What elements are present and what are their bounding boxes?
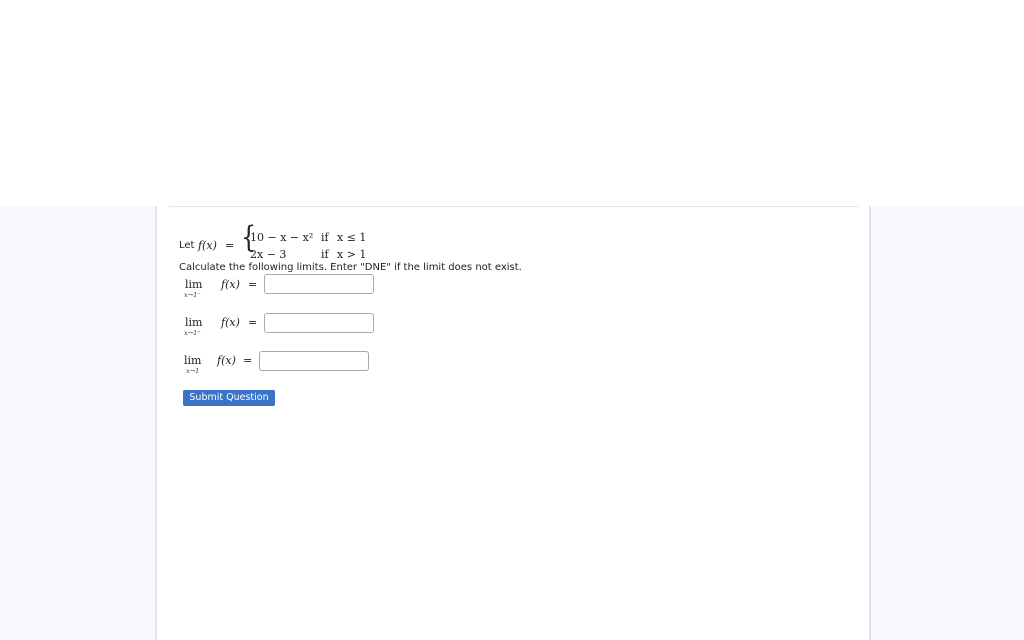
case-2-condition: x > 1 [337,248,367,261]
lim-equals-3: = [243,354,253,367]
case-1-expression: 10 − x − x² [250,231,314,244]
lim-function-1: f(x) [221,278,240,291]
left-limit-answer-input[interactable] [264,274,374,294]
lim-approach-3: x→1 [186,367,200,375]
two-sided-limit-answer-input[interactable] [259,351,369,371]
top-blank-area [0,0,1024,206]
let-label: Let [179,240,195,251]
right-limit-answer-input[interactable] [264,313,374,333]
lim-approach-2: x→1⁺ [184,329,201,337]
lim-label-1: lim [185,278,203,291]
equals-sign: = [225,239,235,252]
submit-question-button[interactable]: Submit Question [183,390,275,406]
problem-statement: Let f(x) = { 10 − x − x² if x ≤ 1 2x − 3… [157,206,869,640]
lim-equals-2: = [248,316,258,329]
lim-label-3: lim [184,354,202,367]
lim-label-2: lim [185,316,203,329]
case-2-if: if [321,248,329,261]
case-1-condition: x ≤ 1 [337,231,367,244]
case-2-expression: 2x − 3 [250,248,287,261]
lim-equals-1: = [248,278,258,291]
lim-function-3: f(x) [217,354,236,367]
function-name: f(x) [198,239,217,252]
lim-function-2: f(x) [221,316,240,329]
instructions-text: Calculate the following limits. Enter "D… [179,262,522,273]
question-card: Let f(x) = { 10 − x − x² if x ≤ 1 2x − 3… [155,206,871,640]
case-1-if: if [321,231,329,244]
lim-approach-1: x→1⁻ [184,291,201,299]
